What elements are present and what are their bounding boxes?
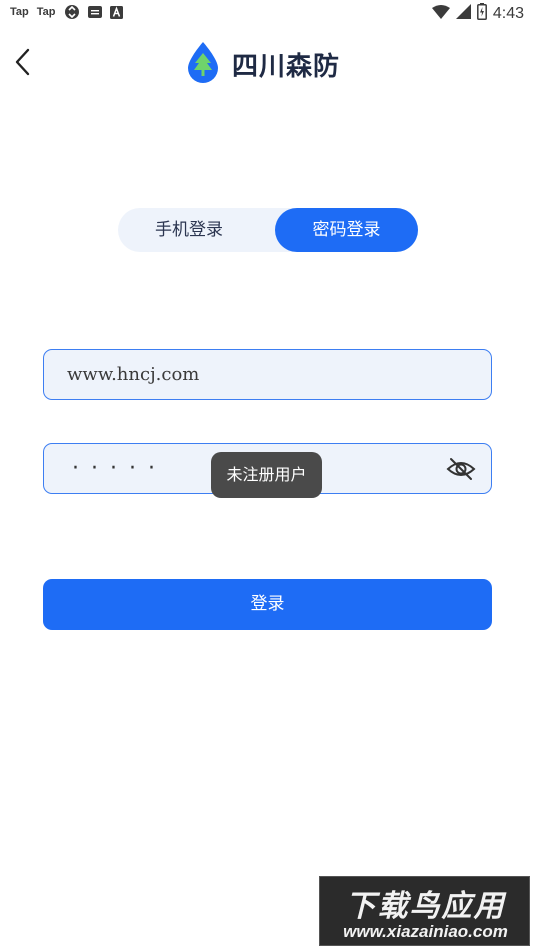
eye-off-icon	[446, 458, 476, 480]
watermark-title: 下载鸟应用	[345, 889, 506, 924]
message-icon	[87, 6, 102, 18]
taptap-icon: Tap	[36, 6, 56, 18]
tab-phone-login[interactable]: 手机登录	[118, 208, 260, 252]
toggle-password-visibility[interactable]	[445, 455, 477, 483]
a-icon	[109, 5, 123, 19]
status-bar: Tap Tap 4:43	[0, 0, 534, 28]
login-mode-tabs: 手机登录 密码登录	[118, 208, 418, 252]
status-bar-system: 4:43	[431, 3, 524, 24]
login-button[interactable]: 登录	[43, 579, 492, 630]
app-brand: 四川森防	[186, 41, 340, 87]
username-field[interactable]	[43, 349, 492, 400]
status-bar-notifications: Tap Tap	[10, 4, 123, 20]
signal-icon	[455, 4, 471, 23]
page-title: 四川森防	[232, 51, 341, 82]
password-input[interactable]: ·····	[72, 456, 167, 481]
tree-drop-logo-icon	[186, 41, 220, 87]
chevron-left-icon	[15, 48, 30, 76]
battery-icon	[476, 3, 487, 24]
watermark-logo: 下载鸟应用 www.xiazainiao.com	[319, 876, 530, 946]
tab-password-login[interactable]: 密码登录	[275, 208, 418, 252]
watermark-url: www.xiazainiao.com	[343, 922, 508, 941]
sync-icon	[64, 4, 80, 20]
status-time: 4:43	[492, 4, 524, 22]
wifi-icon	[431, 4, 450, 23]
back-button[interactable]	[10, 46, 38, 78]
username-input[interactable]	[67, 350, 447, 398]
toast-message: 未注册用户	[211, 452, 322, 498]
taptap-icon: Tap	[10, 6, 29, 18]
